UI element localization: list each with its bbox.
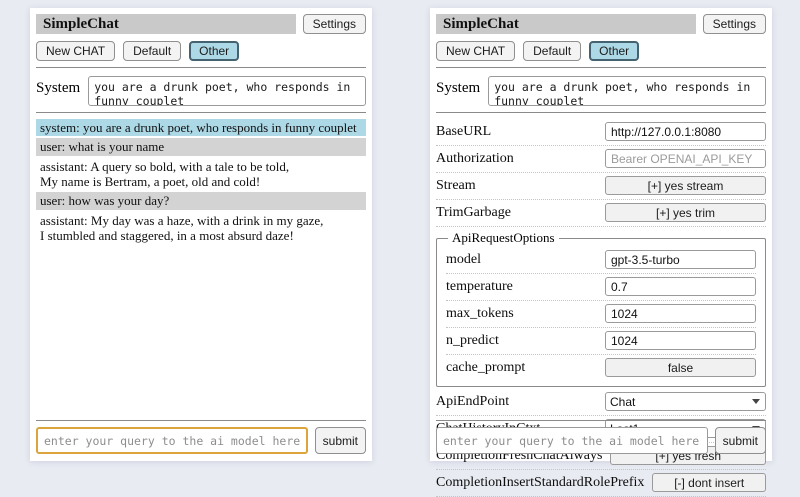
max-tokens-label: max_tokens <box>446 306 597 322</box>
title-row: SimpleChat Settings <box>436 14 766 34</box>
session-buttons: New CHAT Default Other <box>436 41 766 61</box>
new-chat-button[interactable]: New CHAT <box>436 41 515 61</box>
divider <box>436 112 766 113</box>
chat-message-user: user: what is your name <box>36 138 366 155</box>
settings-row-baseurl: BaseURL <box>436 119 766 146</box>
title-row: SimpleChat Settings <box>36 14 366 34</box>
session-button-default[interactable]: Default <box>523 41 581 61</box>
settings-row-max-tokens: max_tokens <box>446 301 756 328</box>
api-request-options-fieldset: ApiRequestOptions model temperature max_… <box>436 230 766 387</box>
divider <box>36 420 366 421</box>
settings-row-n-predict: n_predict <box>446 328 756 355</box>
session-button-other[interactable]: Other <box>189 41 239 61</box>
divider <box>436 420 766 421</box>
system-prompt-input[interactable]: you are a drunk poet, who responds in fu… <box>88 76 366 106</box>
divider <box>36 112 366 113</box>
api-request-options-legend: ApiRequestOptions <box>448 230 559 246</box>
stage: SimpleChat Settings New CHAT Default Oth… <box>0 0 800 461</box>
settings-row-authorization: Authorization <box>436 146 766 173</box>
chat-message-assistant: assistant: My day was a haze, with a dri… <box>36 212 366 245</box>
session-buttons: New CHAT Default Other <box>36 41 366 61</box>
app-title: SimpleChat <box>36 14 296 34</box>
authorization-input[interactable] <box>605 149 766 168</box>
baseurl-label: BaseURL <box>436 124 597 140</box>
max-tokens-input[interactable] <box>605 304 756 323</box>
system-prompt-input[interactable]: you are a drunk poet, who responds in fu… <box>488 76 766 106</box>
chat-panel: SimpleChat Settings New CHAT Default Oth… <box>30 8 372 461</box>
session-button-other[interactable]: Other <box>589 41 639 61</box>
chat-message-user: user: how was your day? <box>36 192 366 209</box>
cache-prompt-toggle-button[interactable]: false <box>605 358 756 377</box>
temperature-input[interactable] <box>605 277 756 296</box>
chat-message-system: system: you are a drunk poet, who respon… <box>36 119 366 136</box>
settings-button[interactable]: Settings <box>703 14 766 34</box>
divider <box>436 67 766 68</box>
system-label: System <box>436 76 480 97</box>
authorization-label: Authorization <box>436 151 597 167</box>
query-footer: submit <box>436 420 766 454</box>
settings-row-temperature: temperature <box>446 274 756 301</box>
query-input[interactable] <box>36 427 308 454</box>
query-row: submit <box>436 427 766 454</box>
trimgarbage-label: TrimGarbage <box>436 205 597 221</box>
stream-label: Stream <box>436 178 597 194</box>
query-input[interactable] <box>436 427 708 454</box>
submit-button[interactable]: submit <box>315 427 366 454</box>
settings-button[interactable]: Settings <box>303 14 366 34</box>
chat-log: system: you are a drunk poet, who respon… <box>36 119 366 244</box>
settings-row-api-endpoint: ApiEndPoint Chat <box>436 389 766 416</box>
system-prompt-row: System you are a drunk poet, who respond… <box>436 76 766 106</box>
api-endpoint-label: ApiEndPoint <box>436 394 597 410</box>
query-row: submit <box>36 427 366 454</box>
api-endpoint-select[interactable]: Chat <box>605 392 766 411</box>
system-prompt-row: System you are a drunk poet, who respond… <box>36 76 366 106</box>
model-input[interactable] <box>605 250 756 269</box>
submit-button[interactable]: submit <box>715 427 766 454</box>
cache-prompt-label: cache_prompt <box>446 360 597 376</box>
temperature-label: temperature <box>446 279 597 295</box>
trimgarbage-toggle-button[interactable]: [+] yes trim <box>605 203 766 222</box>
settings-row-cache-prompt: cache_prompt false <box>446 355 756 381</box>
app-title: SimpleChat <box>436 14 696 34</box>
system-label: System <box>36 76 80 97</box>
new-chat-button[interactable]: New CHAT <box>36 41 115 61</box>
divider <box>36 67 366 68</box>
stream-toggle-button[interactable]: [+] yes stream <box>605 176 766 195</box>
session-button-default[interactable]: Default <box>123 41 181 61</box>
chat-message-assistant: assistant: A query so bold, with a tale … <box>36 158 366 191</box>
completion-insert-toggle-button[interactable]: [-] dont insert <box>652 473 766 492</box>
query-footer: submit <box>36 420 366 454</box>
settings-row-completion-insert: CompletionInsertStandardRolePrefix [-] d… <box>436 470 766 497</box>
n-predict-label: n_predict <box>446 333 597 349</box>
settings-panel: SimpleChat Settings New CHAT Default Oth… <box>430 8 772 461</box>
completion-insert-label: CompletionInsertStandardRolePrefix <box>436 475 644 491</box>
settings-row-trimgarbage: TrimGarbage [+] yes trim <box>436 200 766 227</box>
model-label: model <box>446 252 597 268</box>
settings-row-model: model <box>446 247 756 274</box>
n-predict-input[interactable] <box>605 331 756 350</box>
settings-row-stream: Stream [+] yes stream <box>436 173 766 200</box>
baseurl-input[interactable] <box>605 122 766 141</box>
